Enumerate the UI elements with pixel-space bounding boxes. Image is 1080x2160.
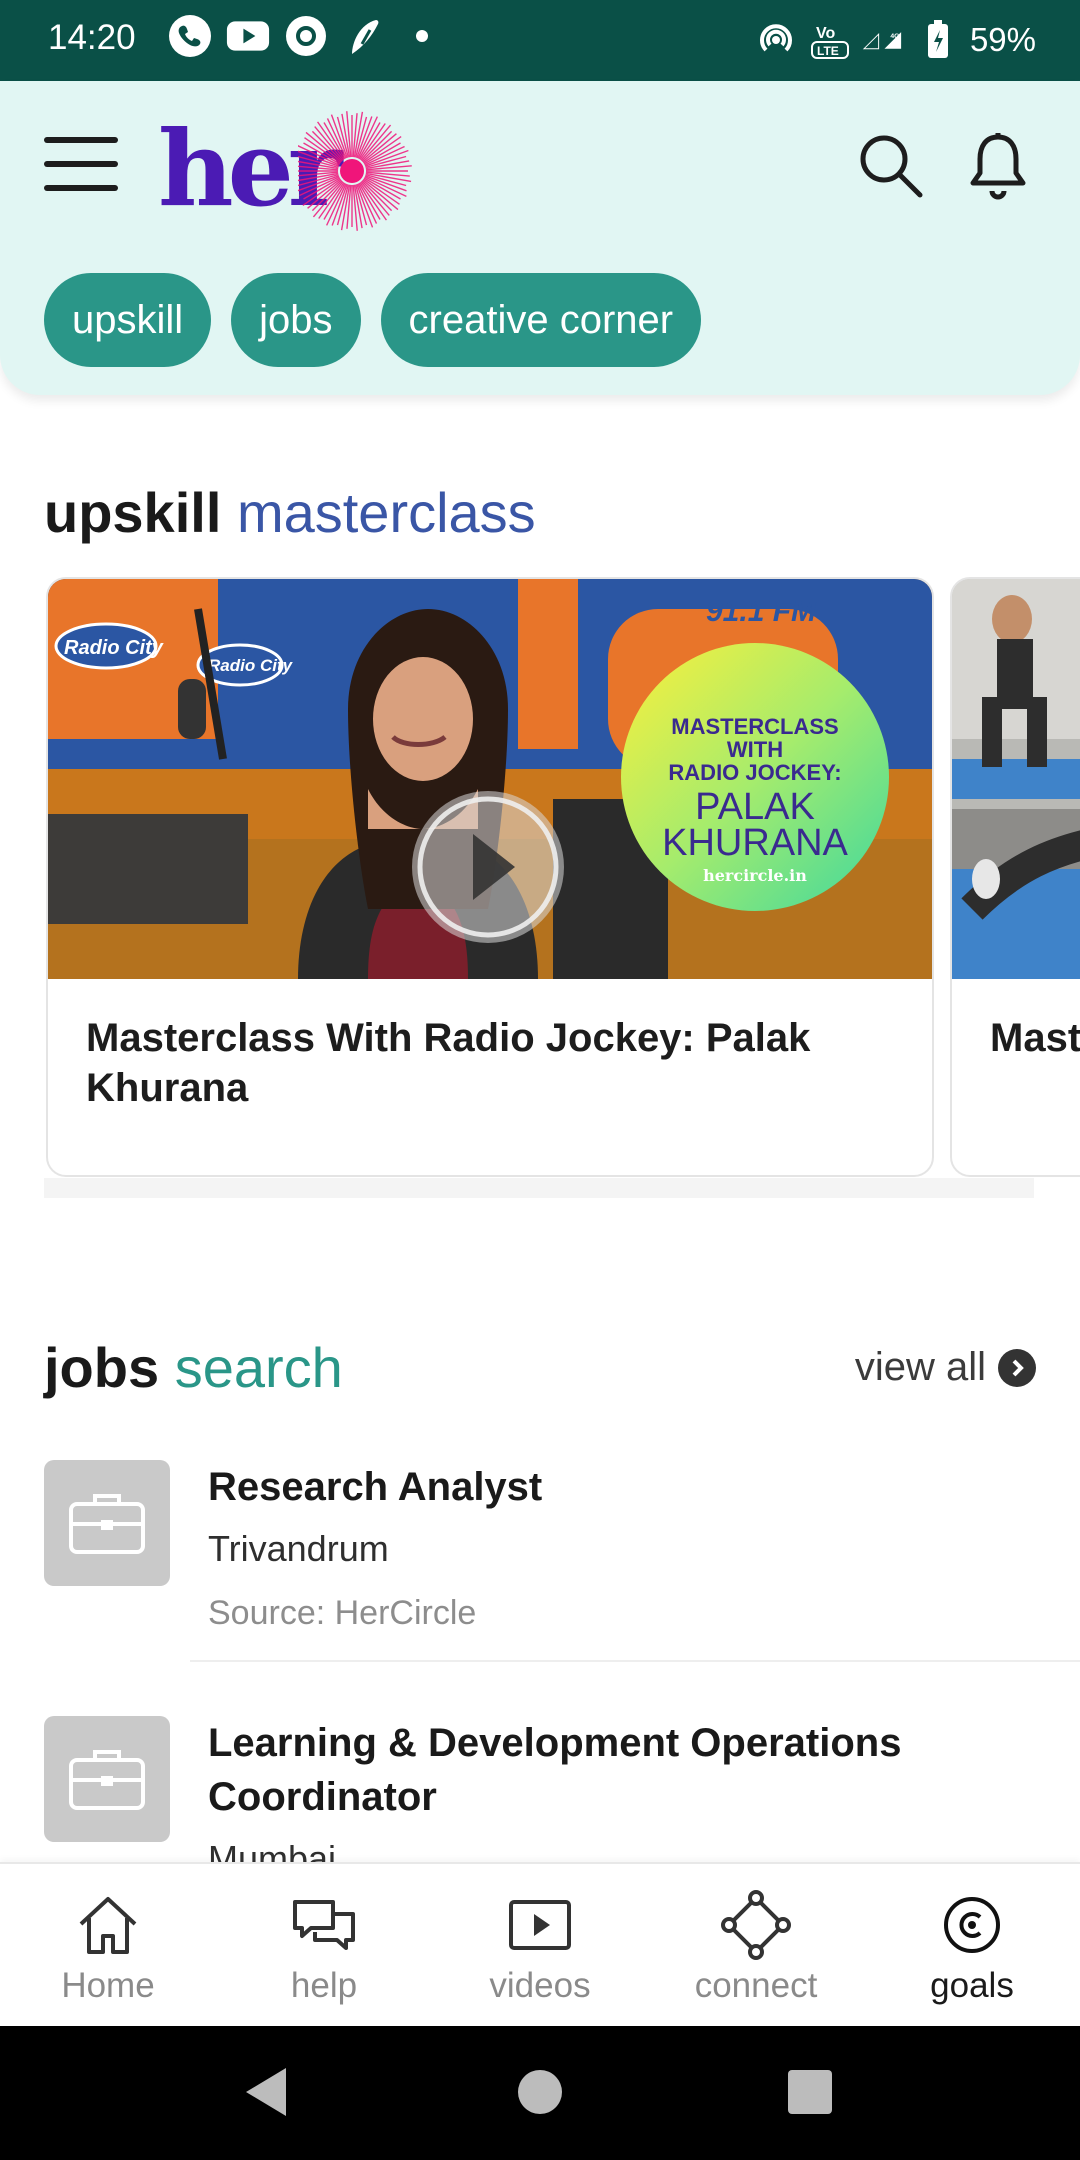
logo-burst-icon xyxy=(298,111,412,231)
menu-button[interactable] xyxy=(44,137,118,193)
battery-level: 59% xyxy=(969,21,1036,58)
job-title: Research Analyst xyxy=(208,1465,543,1509)
divider xyxy=(190,1660,1080,1662)
battery-icon xyxy=(916,18,960,62)
volte-icon: Vo LTE xyxy=(808,18,852,62)
nav-help[interactable]: help xyxy=(216,1864,432,2028)
chat-icon xyxy=(293,1900,355,1950)
status-time: 14:20 xyxy=(48,18,136,57)
status-right: Vo LTE 4G 59% xyxy=(754,18,1036,62)
badge-brand: hercircle.in xyxy=(703,866,807,885)
masterclass-card[interactable]: Masterclass With Fitness Expert xyxy=(950,577,1080,1177)
notifications-button[interactable] xyxy=(966,131,1030,201)
view-all-label: view all xyxy=(854,1345,986,1389)
app-logo[interactable]: her xyxy=(158,107,438,231)
masterclass-carousel[interactable]: Radio City Radio City 91.1 FM MASTERCLAS… xyxy=(46,577,1080,1177)
radio-city-sign: Radio City xyxy=(64,637,164,659)
status-bar: 14:20 Vo LTE 4G 59% xyxy=(0,0,1080,81)
home-circle-icon[interactable] xyxy=(516,2062,564,2122)
app-header: her upskill jobs creative corner xyxy=(0,81,1080,395)
network-type: 4G xyxy=(890,33,899,40)
frequency-sign: 91.1 FM xyxy=(706,595,817,628)
signal-icon: 4G xyxy=(862,18,906,62)
nav-home[interactable]: Home xyxy=(0,1864,216,2028)
svg-text:Vo: Vo xyxy=(816,25,835,42)
jobs-title-accent: search xyxy=(174,1336,343,1399)
recents-icon[interactable] xyxy=(786,2062,834,2122)
notification-icons xyxy=(168,14,444,58)
video-thumbnail[interactable]: Radio City Radio City 91.1 FM MASTERCLAS… xyxy=(48,579,932,979)
nav-connect-label: connect xyxy=(694,1966,818,2005)
badge-name-2: KHURANA xyxy=(662,822,848,864)
nav-help-label: help xyxy=(290,1966,358,2005)
video-thumbnail[interactable] xyxy=(952,579,1080,979)
menu-icon xyxy=(44,137,118,143)
bottom-navigation: Home help videos connect goals xyxy=(0,1862,1080,2028)
category-chips: upskill jobs creative corner xyxy=(44,273,702,367)
youtube-icon xyxy=(226,14,270,58)
carousel-scroll-track xyxy=(44,1178,1034,1198)
job-source: Source: HerCircle xyxy=(208,1594,477,1632)
chip-jobs[interactable]: jobs xyxy=(231,273,361,367)
job-title: Learning & Development Operations Coordi… xyxy=(208,1721,902,1819)
briefcase-icon xyxy=(69,1494,145,1554)
nav-home-label: Home xyxy=(61,1966,155,2005)
badge-line-3: RADIO JOCKEY: xyxy=(668,760,841,785)
home-icon xyxy=(79,1897,137,1954)
nav-videos-label: videos xyxy=(489,1966,591,2005)
video-icon xyxy=(509,1900,571,1950)
search-icon xyxy=(860,135,923,198)
upskill-title-strong: upskill xyxy=(44,481,222,544)
radio-city-sign-2: Radio City xyxy=(208,656,294,675)
masterclass-card[interactable]: Radio City Radio City 91.1 FM MASTERCLAS… xyxy=(46,577,934,1177)
view-all-link[interactable]: view all xyxy=(855,1345,1036,1390)
nav-connect[interactable]: connect xyxy=(648,1864,864,2028)
pen-icon xyxy=(342,14,386,58)
masterclass-card-title[interactable]: Masterclass With Fitness Expert xyxy=(990,1013,1080,1063)
job-thumbnail xyxy=(44,1716,170,1842)
nav-goals-label: goals xyxy=(930,1966,1014,2005)
nav-videos[interactable]: videos xyxy=(432,1864,648,2028)
chevron-right-icon xyxy=(998,1348,1036,1387)
jobs-section-title: jobs search xyxy=(44,1335,343,1400)
phone-icon xyxy=(168,14,212,58)
back-icon[interactable] xyxy=(240,2062,290,2122)
app-icon xyxy=(284,14,328,58)
nav-goals[interactable]: goals xyxy=(864,1864,1080,2028)
badge-line-2: WITH xyxy=(727,737,783,762)
masterclass-card-title[interactable]: Masterclass With Radio Jockey: Palak Khu… xyxy=(86,1013,906,1113)
jobs-title-strong: jobs xyxy=(44,1336,160,1399)
badge-line-1: MASTERCLASS xyxy=(671,714,838,739)
dot-icon xyxy=(400,14,444,58)
search-button[interactable] xyxy=(856,131,926,201)
briefcase-icon xyxy=(69,1750,145,1810)
job-thumbnail xyxy=(44,1460,170,1586)
connect-icon xyxy=(721,1890,791,1960)
bell-icon xyxy=(970,133,1026,200)
job-location: Trivandrum xyxy=(208,1528,389,1569)
hotspot-icon xyxy=(754,18,798,62)
goals-icon xyxy=(944,1897,1000,1953)
upskill-title-accent: masterclass xyxy=(236,481,536,544)
chip-creative-corner[interactable]: creative corner xyxy=(380,273,702,367)
upskill-section-title: upskill masterclass xyxy=(44,480,536,545)
svg-text:LTE: LTE xyxy=(817,44,839,58)
chip-upskill[interactable]: upskill xyxy=(44,273,212,367)
system-navigation-bar xyxy=(0,2026,1080,2160)
